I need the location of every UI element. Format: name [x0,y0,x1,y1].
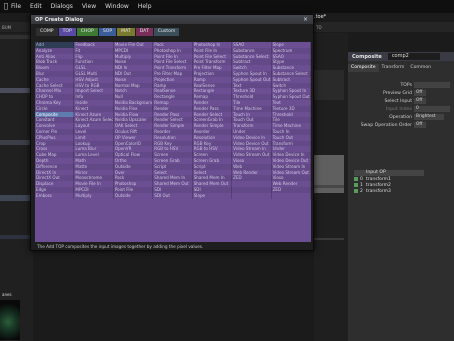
network-node-bar [314,238,344,240]
family-tab-mat[interactable]: MAT [117,28,135,36]
param-header: Composite comp2 [348,52,454,61]
param-label: Swap Operation Order [360,123,412,128]
close-icon[interactable]: × [303,17,308,23]
input-status-icon [354,183,358,187]
param-row: Preview Grid Off [348,90,454,97]
family-tab-dat[interactable]: DAT [135,28,153,36]
param-menu[interactable]: Brightest [414,114,444,120]
menu-dialogs[interactable]: Dialogs [51,3,73,10]
viewer-preview [0,300,20,340]
op-create-dialog: OP Create Dialog × COMP TOP CHOP SOP MAT DAT C… [30,14,314,251]
network-node[interactable] [314,70,344,100]
op-item[interactable]: Slope [193,192,233,199]
left-pane-bar [0,35,33,39]
family-tab-custom[interactable]: Custom [153,28,180,36]
left-pane-strip [0,88,33,93]
menu-edit[interactable]: Edit [30,3,42,10]
operator-grid: Add Feedback Movie File Out Pack Photoshop I… [35,42,311,242]
op-item[interactable]: Emboss [35,192,75,199]
param-row: TOPs [348,82,454,89]
left-pane-strip [0,140,33,145]
input-status-icon [354,189,358,193]
op-item[interactable]: SDI Out [153,192,193,199]
tab-common[interactable]: Common [407,64,434,72]
param-field[interactable]: 0 [414,106,450,112]
op-empty-cell [232,192,272,199]
tab-transform[interactable]: Transform [379,64,408,72]
op-type-label: Composite [352,53,382,60]
param-toggle[interactable]: Off [414,90,426,96]
param-label: Select Input [384,99,412,104]
input-name: transform3 [366,188,391,194]
input-status-icon [354,177,358,181]
family-tab-comp[interactable]: COMP [36,28,58,36]
family-tab-sop[interactable]: SOP [98,28,117,36]
toolbar-label-left: BUM [2,25,12,30]
op-item[interactable]: Multiply [74,192,114,199]
panes-label: anes [2,292,12,297]
param-row: Swap Operation Order Off [348,122,454,129]
family-tab-chop[interactable]: CHOP [76,28,98,36]
param-row: Input Index 0 [348,106,454,113]
param-row: Select Input Off [348,98,454,105]
toolbar-label-mid: TO [316,25,322,30]
parameter-panel: Composite comp2 Composite Transform Comm… [348,52,454,341]
left-pane-strip [0,195,33,201]
dialog-titlebar[interactable]: OP Create Dialog [31,15,313,24]
menu-help[interactable]: Help [138,3,152,10]
param-tabs: Composite Transform Common [348,64,454,72]
param-field[interactable] [414,82,450,88]
param-label: Preview Grid [383,91,412,96]
param-row: Operation Brightest [348,114,454,121]
input-name: transform2 [366,182,391,188]
apple-logo-icon[interactable]:  [1,0,11,13]
op-empty-cell [272,192,311,199]
op-name-field[interactable]: comp2 [387,53,440,60]
input-row[interactable]: 2 transform3 [354,188,454,194]
param-toggle[interactable]: Off [414,98,426,104]
menu-file[interactable]: File [11,3,21,10]
operator-description: The Add TOP composites the input images … [37,244,204,249]
inputs-table: Input OP 0 transform1 1 transform2 2 transfor… [348,170,454,194]
param-label: TOPs [400,83,412,88]
network-node-bar [314,185,344,188]
input-name: transform1 [366,176,391,182]
menu-bar:  File Edit Dialogs View Window Help [0,0,454,13]
dialog-title: OP Create Dialog [35,16,84,23]
param-label: Input Index [385,107,412,112]
param-toggle[interactable]: Off [414,122,426,128]
family-tabs: COMP TOP CHOP SOP MAT DAT Custom [31,28,313,36]
family-tab-top[interactable]: TOP [58,28,76,36]
op-item[interactable]: Outside [114,192,154,199]
menu-view[interactable]: View [82,3,96,10]
left-pane-strip [0,235,33,239]
window-title: .toe* [314,14,327,20]
tab-composite[interactable]: Composite [348,64,379,72]
menu-window[interactable]: Window [105,3,129,10]
param-label: Operation [389,115,412,120]
